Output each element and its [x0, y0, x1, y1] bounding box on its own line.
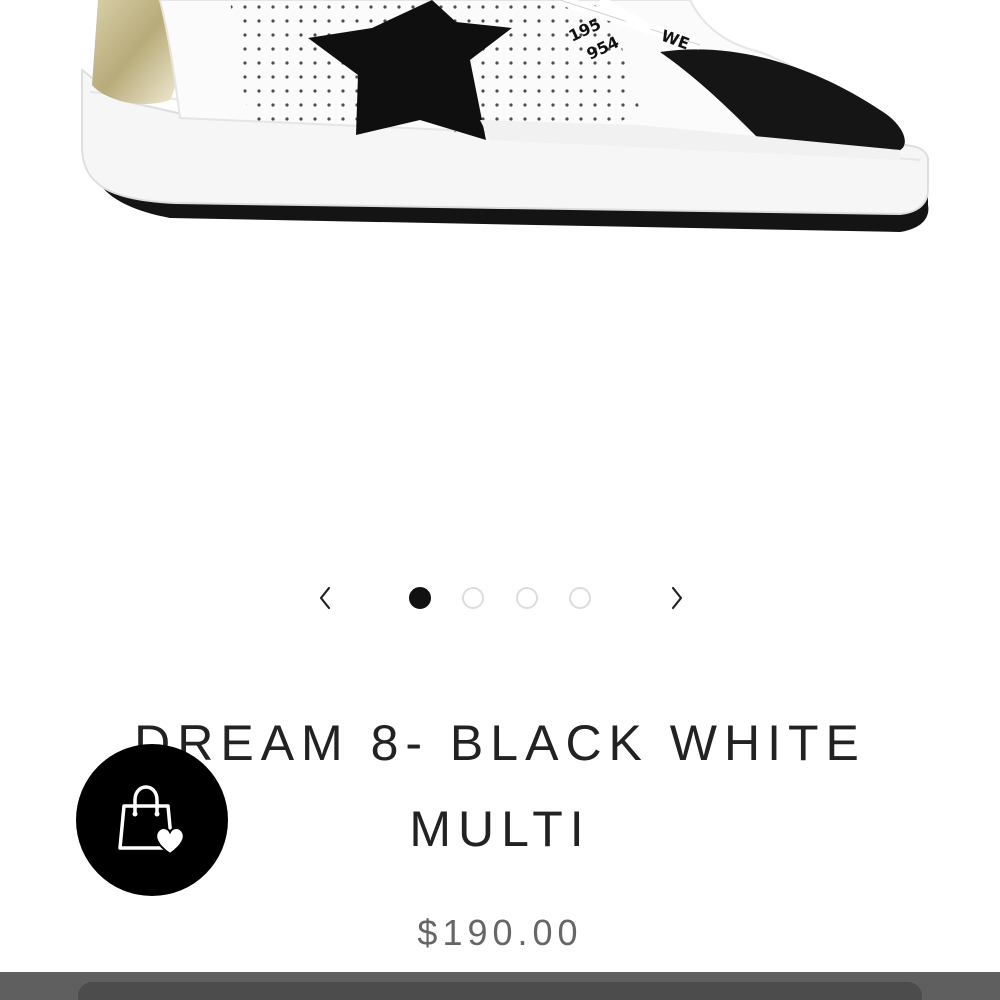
bottom-toolbar — [0, 972, 1000, 1000]
sneaker-illustration: 195 954 WE — [81, 0, 929, 232]
carousel-dot-4[interactable] — [569, 587, 591, 609]
carousel-dot-3[interactable] — [516, 587, 538, 609]
wishlist-button[interactable] — [76, 744, 228, 896]
carousel-dot-2[interactable] — [462, 587, 484, 609]
carousel-next-button[interactable] — [657, 578, 697, 618]
carousel-dots — [0, 570, 1000, 626]
carousel-dot-1[interactable] — [409, 587, 431, 609]
product-title-line-1: DREAM 8- BLACK WHITE — [134, 715, 866, 771]
shopping-bag-heart-icon — [118, 785, 185, 856]
bottom-toolbar-handle[interactable] — [78, 982, 922, 1000]
product-title-line-2: MULTI — [409, 801, 591, 857]
product-price: $190.00 — [417, 912, 583, 953]
image-carousel-nav — [0, 570, 1000, 626]
product-image[interactable]: 195 954 WE — [0, 0, 1000, 560]
chevron-right-icon — [671, 586, 683, 610]
